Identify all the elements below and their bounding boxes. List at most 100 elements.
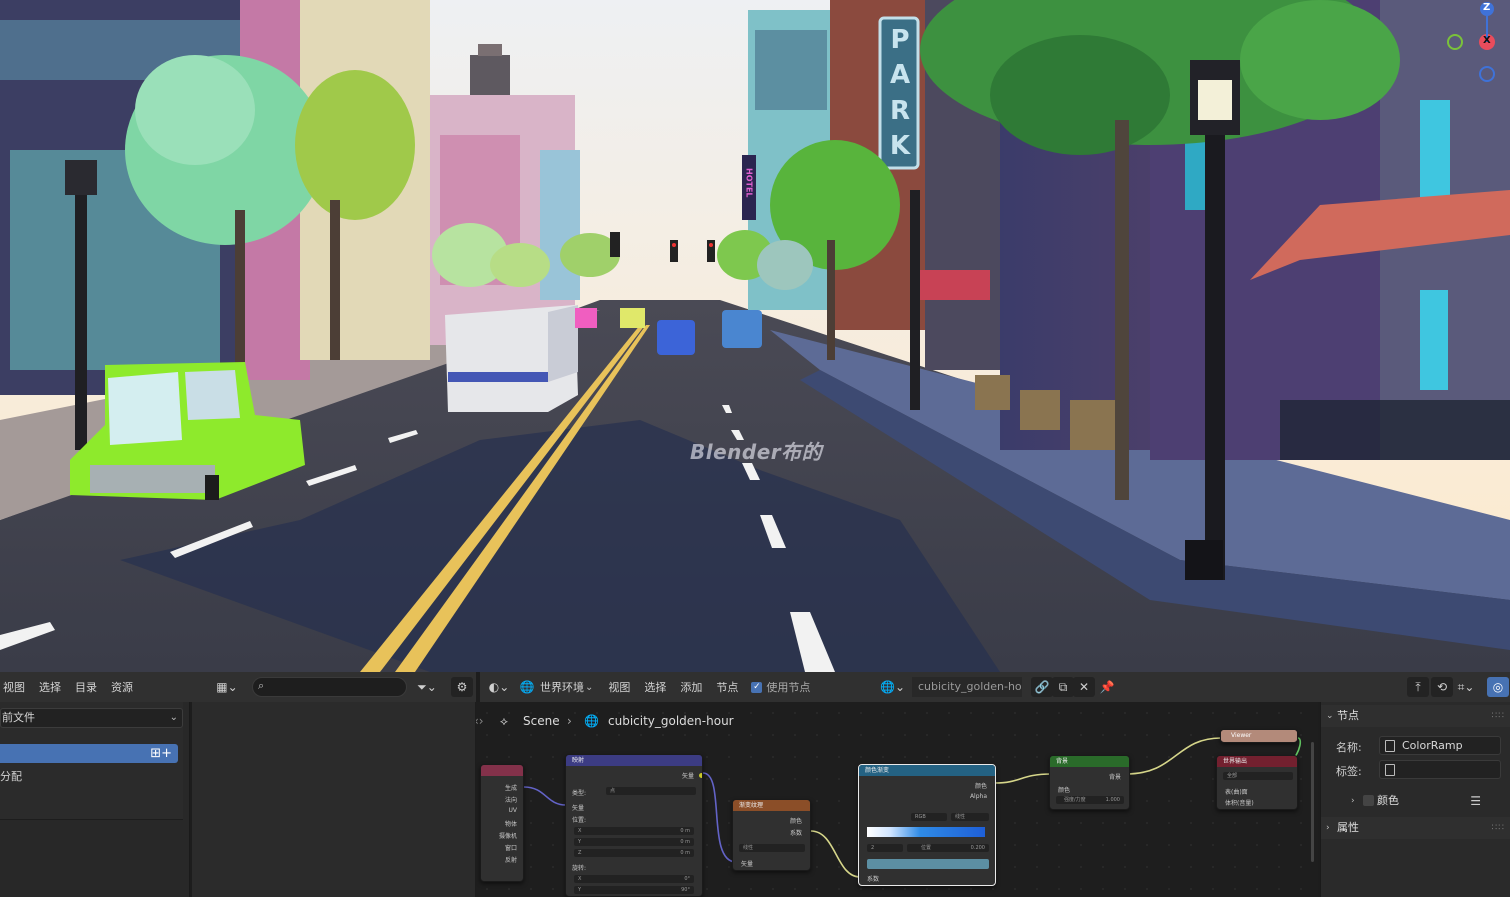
node-gradient-texture[interactable]: 渐变纹理 颜色 系数 线性 矢量	[732, 799, 811, 871]
rotation-y-field[interactable]: Y 90°	[574, 886, 694, 894]
node-texture-coordinate[interactable]: 生成 法向 UV 物体 摄像机 窗口 反射	[480, 764, 524, 882]
gizmo-x-label[interactable]: X	[1483, 35, 1491, 46]
location-x-field[interactable]: X 0 m	[574, 827, 694, 835]
section-node[interactable]: ⌄ 节点 ∷∷	[1321, 705, 1510, 727]
node-mapping[interactable]: 映射 矢量 类型: 点 矢量 位置: X 0 m Y 0 m Z 0 m 旋转: X 0…	[565, 754, 703, 897]
socket-label: 表(曲)面	[1225, 789, 1248, 796]
filter-icon[interactable]: ⏷⌄	[416, 677, 438, 697]
fake-user-icon[interactable]: 🔗	[1031, 677, 1053, 697]
catalog-item-selected[interactable]: ⊞+	[0, 744, 178, 763]
field-label: 位置	[921, 845, 932, 851]
stop-color-swatch[interactable]	[867, 859, 989, 869]
socket-label: 颜色	[974, 783, 987, 790]
socket-label: 反射	[504, 857, 517, 864]
3d-viewport[interactable]: HOTEL P A R K Z X Blender布的	[0, 0, 1510, 672]
color-checkbox[interactable]	[1363, 795, 1374, 806]
add-catalog-icon[interactable]: ⊞+	[150, 744, 172, 763]
world-shader-icon[interactable]: 🌐	[516, 677, 538, 697]
world-name-text: cubicity_golden-hour	[918, 680, 1022, 693]
node-header: 渐变纹理	[733, 800, 810, 811]
node-viewer[interactable]: Viewer	[1220, 729, 1298, 743]
hotel-sign-text: HOTEL	[745, 168, 754, 198]
snap-mode-icon[interactable]: ⌗⌄	[1455, 677, 1477, 697]
node-editor-canvas[interactable]: ‹› ⟡ Scene › 🌐 cubicity_golden-hour 生成 法…	[476, 702, 1318, 897]
node-editor-header: ◐⌄ 🌐 世界环境 ⌄ 视图 选择 添加 节点 ✓ 使用节点 🌐⌄ cubici…	[480, 672, 1510, 702]
drag-handle-icon[interactable]: ∷∷	[1492, 817, 1505, 839]
color-mode-dropdown[interactable]: RGB	[911, 813, 947, 821]
field-value: 0°	[684, 876, 690, 882]
section-color[interactable]: › 颜色 ☰	[1321, 790, 1510, 812]
park-sign-letter: P	[890, 24, 910, 55]
catalog-item-unassigned[interactable]: 分配	[0, 768, 22, 784]
menu-node[interactable]: 节点	[709, 679, 745, 695]
axis-label: X	[578, 828, 582, 834]
park-sign: P A R K	[886, 22, 914, 164]
node-name-field[interactable]: ColorRamp	[1379, 736, 1501, 755]
node-label-field[interactable]	[1379, 760, 1501, 779]
menu-add[interactable]: 添加	[673, 679, 709, 695]
asset-search-input[interactable]: ⌕	[252, 677, 407, 697]
world-browse-icon[interactable]: 🌐⌄	[880, 677, 905, 697]
asset-grid[interactable]	[192, 702, 475, 897]
socket-label: 生成	[504, 785, 517, 792]
drag-handle-icon[interactable]: ∷∷	[1492, 705, 1505, 727]
node-color-ramp[interactable]: 颜色渐变 颜色 Alpha RGB 线性 2 位置 0.200 系数	[858, 764, 996, 886]
pin-icon[interactable]: 📌	[1096, 677, 1118, 697]
menu-view[interactable]: 视图	[0, 679, 32, 695]
stop-position-field[interactable]: 位置 0.200	[907, 844, 989, 852]
library-dropdown-label: 前文件	[2, 711, 35, 724]
node-world-output[interactable]: 世界输出 全部 表(曲)面 体积(音量)	[1216, 755, 1298, 810]
list-icon[interactable]: ☰	[1470, 790, 1481, 812]
rotation-x-field[interactable]: X 0°	[574, 875, 694, 883]
node-background[interactable]: 背景 背景 颜色 强度/力度 1.000	[1049, 755, 1130, 810]
duplicate-icon[interactable]: ⧉	[1052, 677, 1074, 697]
socket-label: 系数	[789, 830, 802, 837]
gizmo-z-label[interactable]: Z	[1483, 2, 1490, 13]
menu-select[interactable]: 选择	[637, 679, 673, 695]
menu-catalog[interactable]: 目录	[68, 679, 104, 695]
node-icon	[1385, 764, 1395, 776]
section-properties[interactable]: › 属性 ∷∷	[1321, 817, 1510, 839]
socket-label: 摄像机	[498, 833, 517, 840]
field-value: 0 m	[680, 839, 690, 845]
strength-field[interactable]: 强度/力度 1.000	[1056, 796, 1124, 804]
shader-type-dropdown[interactable]: 世界环境	[538, 679, 591, 695]
display-mode-icon[interactable]: ▦⌄	[216, 677, 238, 697]
socket-label: Alpha	[969, 793, 987, 800]
node-header: Viewer	[1221, 730, 1297, 741]
location-y-field[interactable]: Y 0 m	[574, 838, 694, 846]
socket-label: 矢量	[572, 805, 585, 812]
node-editor-scrollbar[interactable]	[1311, 742, 1314, 862]
stop-index-field[interactable]: 2	[867, 844, 903, 852]
interpolation-dropdown[interactable]: 线性	[951, 813, 989, 821]
socket-label: 系数	[867, 876, 880, 883]
node-header: 颜色渐变	[859, 765, 995, 776]
socket-output[interactable]	[699, 773, 702, 778]
node-header: 世界输出	[1217, 756, 1297, 767]
asset-catalog-sidebar: 前文件 ⌄ ⊞+ 分配	[0, 702, 183, 820]
parent-node-icon[interactable]: ⤒	[1407, 677, 1429, 697]
overlay-icon[interactable]: ◎	[1487, 677, 1509, 697]
node-properties-panel: ⌄ 节点 ∷∷ 名称: ColorRamp 标签: › 颜色 ☰ › 属性 ∷∷	[1320, 702, 1510, 897]
node-header: 映射	[566, 755, 702, 766]
use-nodes-checkbox[interactable]: ✓	[751, 681, 763, 693]
editor-type-icon[interactable]: ◐⌄	[488, 677, 510, 697]
section-title: 属性	[1337, 821, 1359, 834]
field-label: 位置:	[572, 817, 587, 824]
snap-icon[interactable]: ⟲	[1431, 677, 1453, 697]
gradient-type-dropdown[interactable]: 线性	[739, 844, 805, 852]
field-value: 0 m	[680, 828, 690, 834]
close-icon[interactable]: ✕	[1073, 677, 1095, 697]
gear-icon[interactable]: ⚙	[451, 677, 473, 697]
mapping-type-dropdown[interactable]: 点	[606, 787, 696, 795]
location-z-field[interactable]: Z 0 m	[574, 849, 694, 857]
color-ramp-gradient[interactable]	[867, 827, 985, 837]
library-dropdown[interactable]: 前文件 ⌄	[0, 708, 183, 728]
render-target-dropdown[interactable]: 全部	[1223, 772, 1293, 780]
menu-asset[interactable]: 资源	[104, 679, 140, 695]
park-sign-letter: R	[889, 95, 911, 126]
menu-view[interactable]: 视图	[601, 679, 637, 695]
menu-select[interactable]: 选择	[32, 679, 68, 695]
world-datablock-field[interactable]: cubicity_golden-hour	[912, 677, 1022, 697]
section-title: 颜色	[1377, 794, 1399, 807]
